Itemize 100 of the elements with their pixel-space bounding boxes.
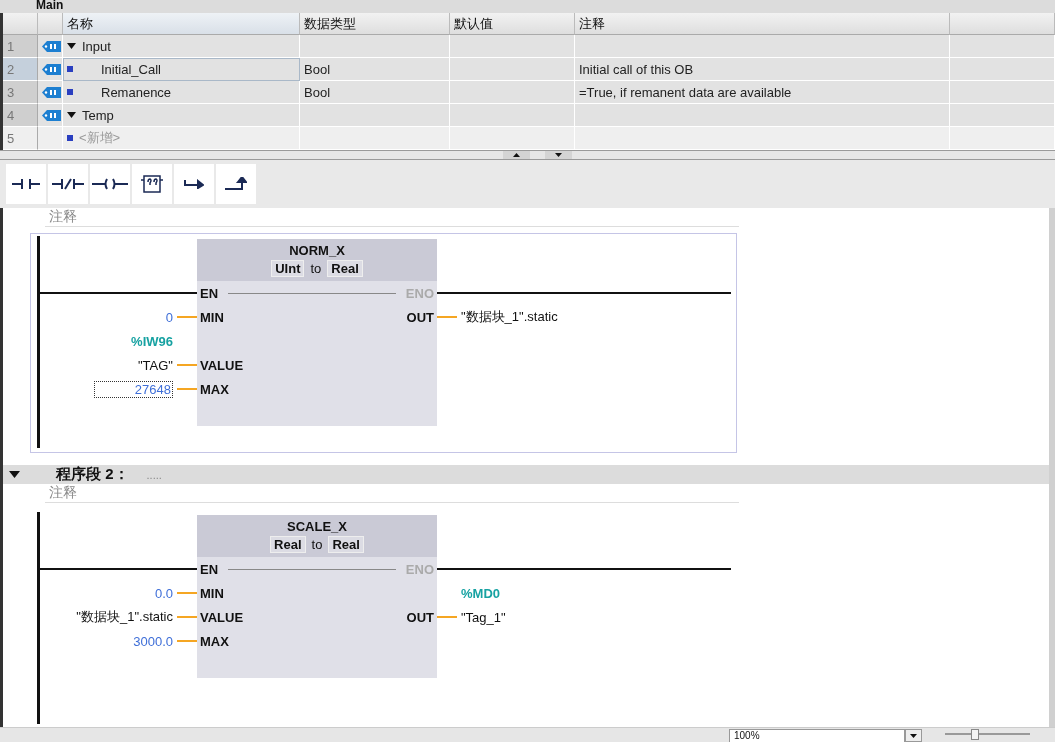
type-connector-text: to — [310, 261, 322, 276]
table-cell[interactable] — [575, 35, 950, 58]
toolbar-button[interactable] — [132, 164, 172, 204]
table-cell[interactable]: Bool — [300, 58, 450, 81]
column-header — [38, 13, 63, 35]
pin-label: ENO — [405, 285, 434, 301]
column-header — [3, 13, 38, 35]
toolbar-button[interactable] — [90, 164, 130, 204]
member-comment: =True, if remanent data are available — [579, 84, 792, 100]
toolbar-button[interactable] — [6, 164, 46, 204]
pin-label: EN — [200, 285, 219, 301]
operand-address: %IW96 — [131, 333, 173, 349]
caret-down-icon — [555, 153, 562, 157]
arrow-right-icon — [184, 179, 204, 189]
slider-thumb[interactable] — [970, 729, 979, 740]
table-cell[interactable] — [300, 35, 450, 58]
pin-label: MAX — [200, 633, 229, 649]
input-wire — [177, 616, 197, 618]
data-type: Bool — [304, 61, 331, 77]
operand-value[interactable]: "数据块_1".static — [461, 308, 558, 326]
pin-label: VALUE — [200, 609, 244, 625]
table-cell[interactable] — [450, 81, 575, 104]
zoom-field[interactable]: 100% — [729, 729, 905, 742]
type-selector[interactable]: Real — [327, 260, 363, 277]
operand-value[interactable]: 0 — [165, 309, 173, 325]
caret-down-icon — [910, 733, 917, 738]
pin-label: MIN — [200, 585, 224, 601]
block-name: SCALE_X — [287, 519, 347, 534]
row-number[interactable]: 5 — [3, 127, 38, 150]
network-title-placeholder: ..... — [146, 468, 162, 481]
type-connector-text: to — [311, 537, 323, 552]
function-block[interactable]: SCALE_X Real to Real EN ENO MIN VALUE OUT MAX — [197, 515, 437, 678]
toolbar-button[interactable] — [48, 164, 88, 204]
member-comment: Initial call of this OB — [579, 61, 694, 77]
table-cell[interactable]: =True, if remanent data are available — [575, 81, 950, 104]
table-cell[interactable]: Initial call of this OB — [575, 58, 950, 81]
operand-value[interactable]: "TAG" — [138, 357, 173, 373]
type-selector[interactable]: UInt — [271, 260, 305, 277]
zoom-dropdown-button[interactable] — [905, 729, 922, 742]
table-cell[interactable] — [450, 127, 575, 150]
toolbar-button[interactable] — [216, 164, 256, 204]
column-header[interactable]: 注释 — [575, 13, 950, 35]
member-square-icon — [67, 89, 73, 95]
type-selector[interactable]: Real — [328, 536, 364, 553]
input-wire — [177, 640, 197, 642]
operand-value[interactable]: "Tag_1" — [461, 609, 506, 625]
member-name: Temp — [82, 107, 114, 123]
member-square-icon — [67, 66, 73, 72]
operand-address: %MD0 — [461, 585, 500, 601]
table-cell[interactable] — [450, 35, 575, 58]
contact-icon — [12, 178, 40, 190]
expand-triangle-icon[interactable] — [67, 111, 76, 119]
input-wire — [177, 592, 197, 594]
pin-label: MAX — [200, 381, 229, 397]
member-name: Remanence — [101, 84, 172, 100]
data-type: Bool — [304, 84, 331, 100]
collapse-up-button[interactable] — [503, 151, 530, 159]
expand-triangle-icon[interactable] — [67, 42, 76, 50]
pin-label: VALUE — [200, 357, 244, 373]
type-selector[interactable]: Real — [270, 536, 306, 553]
table-cell[interactable] — [300, 127, 450, 150]
output-wire — [437, 616, 457, 618]
column-header[interactable]: 名称 — [63, 13, 300, 35]
block-title: Main — [36, 0, 64, 12]
expand-down-button[interactable] — [545, 151, 572, 159]
caret-up-icon — [513, 153, 520, 157]
table-cell[interactable]: Input — [63, 35, 300, 58]
input-wire — [177, 316, 197, 318]
member-name: Initial_Call — [101, 61, 161, 77]
member-square-icon — [67, 135, 73, 141]
toolbar-button[interactable] — [174, 164, 214, 204]
input-wire — [177, 388, 197, 390]
table-cell[interactable]: Remanence — [63, 81, 300, 104]
block-name: NORM_X — [289, 243, 345, 258]
comment-field[interactable]: 注释 — [45, 484, 739, 503]
table-cell[interactable] — [575, 127, 950, 150]
operand-value[interactable]: 27648 — [93, 380, 173, 398]
coil-icon — [92, 178, 128, 190]
column-header[interactable]: 默认值 — [450, 13, 575, 35]
pin-label: OUT — [406, 309, 434, 325]
input-wire — [177, 364, 197, 366]
output-wire — [437, 316, 457, 318]
negated-contact-icon — [52, 178, 84, 190]
comment-field[interactable]: 注释 — [45, 208, 739, 227]
collapse-triangle-icon[interactable] — [9, 471, 20, 478]
operand-value[interactable]: 3000.0 — [133, 633, 173, 649]
column-header[interactable]: 数据类型 — [300, 13, 450, 35]
table-cell[interactable]: Bool — [300, 81, 450, 104]
function-block[interactable]: NORM_X UInt to Real EN ENO MIN OUT VALUE MAX — [197, 239, 437, 426]
pin-label: OUT — [406, 609, 434, 625]
pin-label: EN — [200, 561, 219, 577]
operand-value[interactable]: 0.0 — [154, 585, 173, 601]
member-name: Input — [82, 38, 111, 54]
add-row-placeholder: <新增> — [79, 129, 121, 147]
empty-box-icon — [141, 174, 163, 194]
network-header[interactable]: 程序段 2： ..... — [3, 465, 1049, 484]
network-title: 程序段 2： — [56, 465, 129, 484]
table-cell[interactable]: Initial_Call — [63, 58, 300, 81]
operand-value[interactable]: "数据块_1".static — [76, 608, 173, 626]
table-cell[interactable] — [450, 58, 575, 81]
